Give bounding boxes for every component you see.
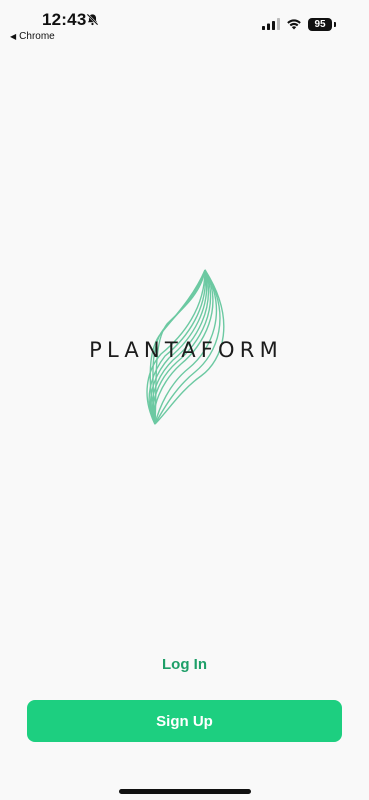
wordmark: PLANTAFORM (89, 338, 283, 362)
signal-icon (262, 18, 280, 30)
back-label: Chrome (19, 31, 55, 42)
login-link[interactable]: Log In (0, 656, 369, 673)
bell-slash-icon (86, 13, 99, 26)
back-to-chrome-link[interactable]: ◀ Chrome (10, 31, 55, 42)
status-bar: 12:43 ◀ Chrome 95 (0, 0, 369, 50)
home-indicator[interactable] (119, 789, 251, 794)
battery-level: 95 (314, 19, 326, 30)
status-time: 12:43 (42, 10, 87, 29)
wifi-icon (287, 19, 301, 30)
signup-button[interactable]: Sign Up (27, 700, 342, 742)
plantaform-logo: PLANTAFORM (88, 268, 284, 428)
battery-nub (334, 22, 336, 27)
back-arrow-icon: ◀ (10, 32, 17, 41)
battery-icon: 95 (308, 18, 332, 31)
